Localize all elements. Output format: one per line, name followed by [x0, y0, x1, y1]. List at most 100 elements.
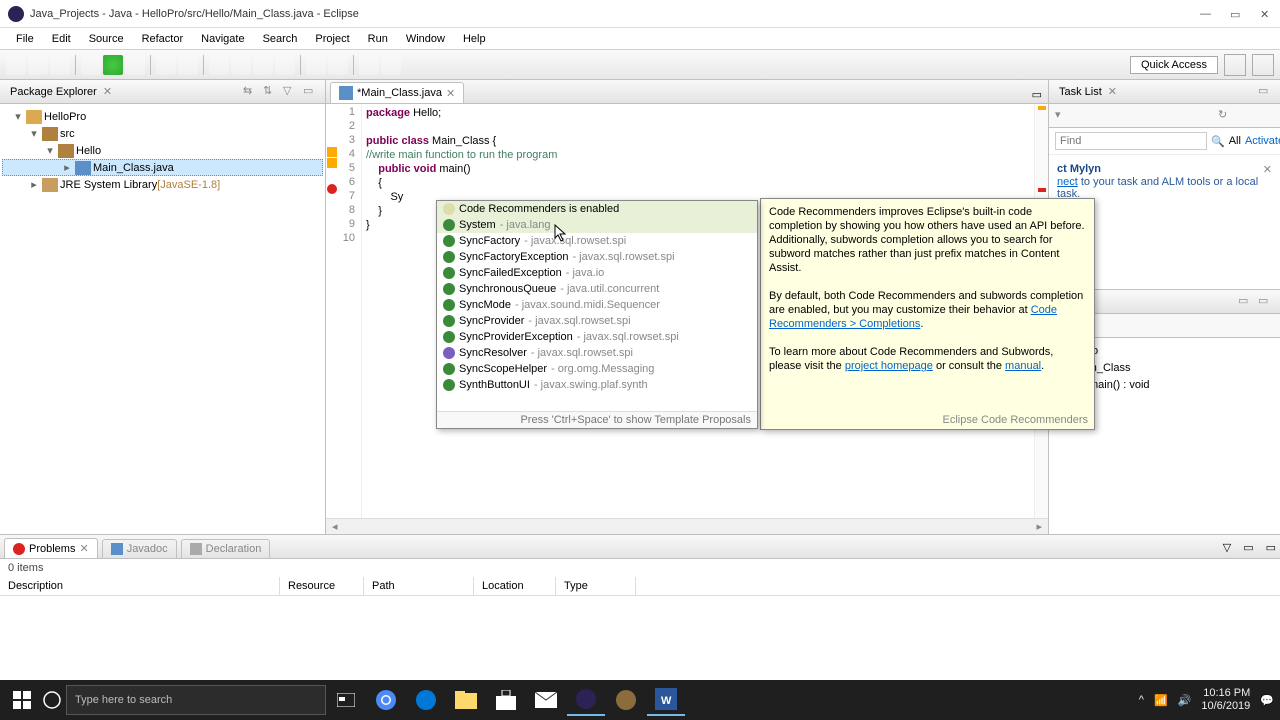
minimize-view-icon[interactable]: ▭: [1238, 294, 1254, 310]
tree-project[interactable]: HelloPro: [44, 111, 86, 123]
menu-project[interactable]: Project: [307, 31, 357, 47]
mail-icon[interactable]: [527, 684, 565, 716]
menu-edit[interactable]: Edit: [44, 31, 79, 47]
completion-item[interactable]: SyncFactoryException - javax.sql.rowset.…: [437, 249, 757, 265]
completion-item[interactable]: SyncResolver - javax.sql.rowset.spi: [437, 345, 757, 361]
view-menu-icon[interactable]: ▽: [1223, 541, 1231, 554]
explorer-icon[interactable]: [447, 684, 485, 716]
connect-link[interactable]: nect: [1057, 176, 1078, 188]
save-all-button[interactable]: [50, 55, 70, 75]
completion-item[interactable]: SyncMode - javax.sound.midi.Sequencer: [437, 297, 757, 313]
hide-static-icon[interactable]: [1095, 318, 1111, 334]
menu-help[interactable]: Help: [455, 31, 494, 47]
completion-item[interactable]: SyncProviderException - javax.sql.rowset…: [437, 329, 757, 345]
search-box[interactable]: Type here to search: [66, 685, 326, 715]
completion-item[interactable]: SyncScopeHelper - org.omg.Messaging: [437, 361, 757, 377]
manual-link[interactable]: manual: [1005, 360, 1041, 372]
warning-marker-icon[interactable]: [327, 147, 337, 157]
view-menu-icon[interactable]: ▽: [283, 84, 299, 100]
completion-item[interactable]: SynthButtonUI - javax.swing.plaf.synth: [437, 377, 757, 393]
find-input[interactable]: [1055, 132, 1207, 150]
store-icon[interactable]: [487, 684, 525, 716]
search-icon[interactable]: 🔍: [1211, 135, 1225, 148]
completion-item[interactable]: SyncProvider - javax.sql.rowset.spi: [437, 313, 757, 329]
schedule-icon[interactable]: [1095, 108, 1111, 124]
completion-item[interactable]: SynchronousQueue - java.util.concurrent: [437, 281, 757, 297]
collapse-icon[interactable]: [1238, 108, 1254, 124]
menu-source[interactable]: Source: [81, 31, 132, 47]
new-class-button[interactable]: [178, 55, 198, 75]
maximize-view-icon[interactable]: ▭: [1266, 541, 1276, 554]
close-view-icon[interactable]: ✕: [1108, 85, 1117, 98]
editor-tab[interactable]: *Main_Class.java ✕: [330, 82, 464, 103]
menu-search[interactable]: Search: [255, 31, 306, 47]
warning-marker-icon[interactable]: [327, 158, 337, 168]
new-package-button[interactable]: [156, 55, 176, 75]
cortana-icon[interactable]: [38, 686, 66, 714]
minimize-view-icon[interactable]: ▭: [303, 84, 319, 100]
toggle-mark-button[interactable]: [275, 55, 295, 75]
perspective-other[interactable]: [1252, 54, 1274, 76]
new-button[interactable]: [6, 55, 26, 75]
notifications-icon[interactable]: 💬: [1260, 694, 1274, 707]
forward-button[interactable]: [381, 55, 401, 75]
focus-icon[interactable]: [1258, 318, 1274, 334]
activate-link[interactable]: Activate...: [1245, 135, 1280, 147]
word-icon[interactable]: W: [647, 684, 685, 716]
perspective-java[interactable]: [1224, 54, 1246, 76]
save-button[interactable]: [28, 55, 48, 75]
new-task-icon[interactable]: ▾: [1055, 108, 1071, 124]
problems-tab[interactable]: Problems✕: [4, 538, 98, 558]
minimize-view-icon[interactable]: ▭: [1243, 541, 1253, 554]
menu-navigate[interactable]: Navigate: [193, 31, 252, 47]
tree-pkg[interactable]: Hello: [76, 145, 101, 157]
hide-nonpublic-icon[interactable]: [1115, 318, 1131, 334]
search-button[interactable]: [231, 55, 251, 75]
categorize-icon[interactable]: [1075, 108, 1091, 124]
edge-icon[interactable]: [407, 684, 445, 716]
tree-file[interactable]: Main_Class.java: [93, 162, 174, 174]
close-button[interactable]: ✕: [1260, 8, 1272, 20]
maximize-view-icon[interactable]: ▭: [1258, 294, 1274, 310]
quick-access[interactable]: Quick Access: [1130, 56, 1218, 74]
start-button[interactable]: [6, 684, 38, 716]
completion-item[interactable]: System - java.lang: [437, 217, 757, 233]
tray-chevron-icon[interactable]: ^: [1139, 694, 1144, 706]
close-tab-icon[interactable]: ✕: [79, 542, 88, 555]
eclipse-task-icon[interactable]: [567, 684, 605, 716]
back-button[interactable]: [359, 55, 379, 75]
completion-item[interactable]: SyncFactory - javax.sql.rowset.spi: [437, 233, 757, 249]
collapse-all-icon[interactable]: ⇆: [243, 84, 259, 100]
next-annotation-button[interactable]: [306, 55, 326, 75]
open-type-button[interactable]: [209, 55, 229, 75]
maximize-button[interactable]: ▭: [1230, 8, 1242, 20]
close-icon[interactable]: ✕: [1263, 163, 1272, 176]
focus-icon[interactable]: [1258, 108, 1274, 124]
chrome-icon[interactable]: [367, 684, 405, 716]
content-assist-popup[interactable]: Code Recommenders is enabled System - ja…: [436, 200, 758, 429]
debug-button[interactable]: [81, 55, 101, 75]
app-icon[interactable]: [607, 684, 645, 716]
problems-table-header[interactable]: Description Resource Path Location Type: [0, 577, 1280, 596]
tray-volume-icon[interactable]: 🔊: [1178, 694, 1192, 707]
toggle-button[interactable]: [253, 55, 273, 75]
tree-jre[interactable]: JRE System Library: [60, 179, 157, 191]
maximize-editor-icon[interactable]: ▭: [1032, 88, 1042, 101]
run-button[interactable]: [103, 55, 123, 75]
sync-icon[interactable]: ↻: [1218, 108, 1234, 124]
project-tree[interactable]: ▾HelloPro ▾src ▾Hello ▸Main_Class.java ▸…: [0, 104, 325, 534]
minimize-view-icon[interactable]: ▭: [1258, 84, 1274, 100]
menu-window[interactable]: Window: [398, 31, 453, 47]
close-tab-icon[interactable]: ✕: [446, 87, 455, 100]
task-view-icon[interactable]: [327, 684, 365, 716]
completion-header[interactable]: Code Recommenders is enabled: [437, 201, 757, 217]
clock[interactable]: 10:16 PM10/6/2019: [1201, 687, 1250, 713]
error-marker-icon[interactable]: [327, 184, 337, 194]
minimize-button[interactable]: —: [1200, 8, 1212, 20]
tray-network-icon[interactable]: 📶: [1154, 694, 1168, 707]
completion-item[interactable]: SyncFailedException - java.io: [437, 265, 757, 281]
prev-annotation-button[interactable]: [328, 55, 348, 75]
homepage-link[interactable]: project homepage: [845, 360, 933, 372]
javadoc-tab[interactable]: Javadoc: [102, 539, 177, 558]
run-last-button[interactable]: [125, 55, 145, 75]
